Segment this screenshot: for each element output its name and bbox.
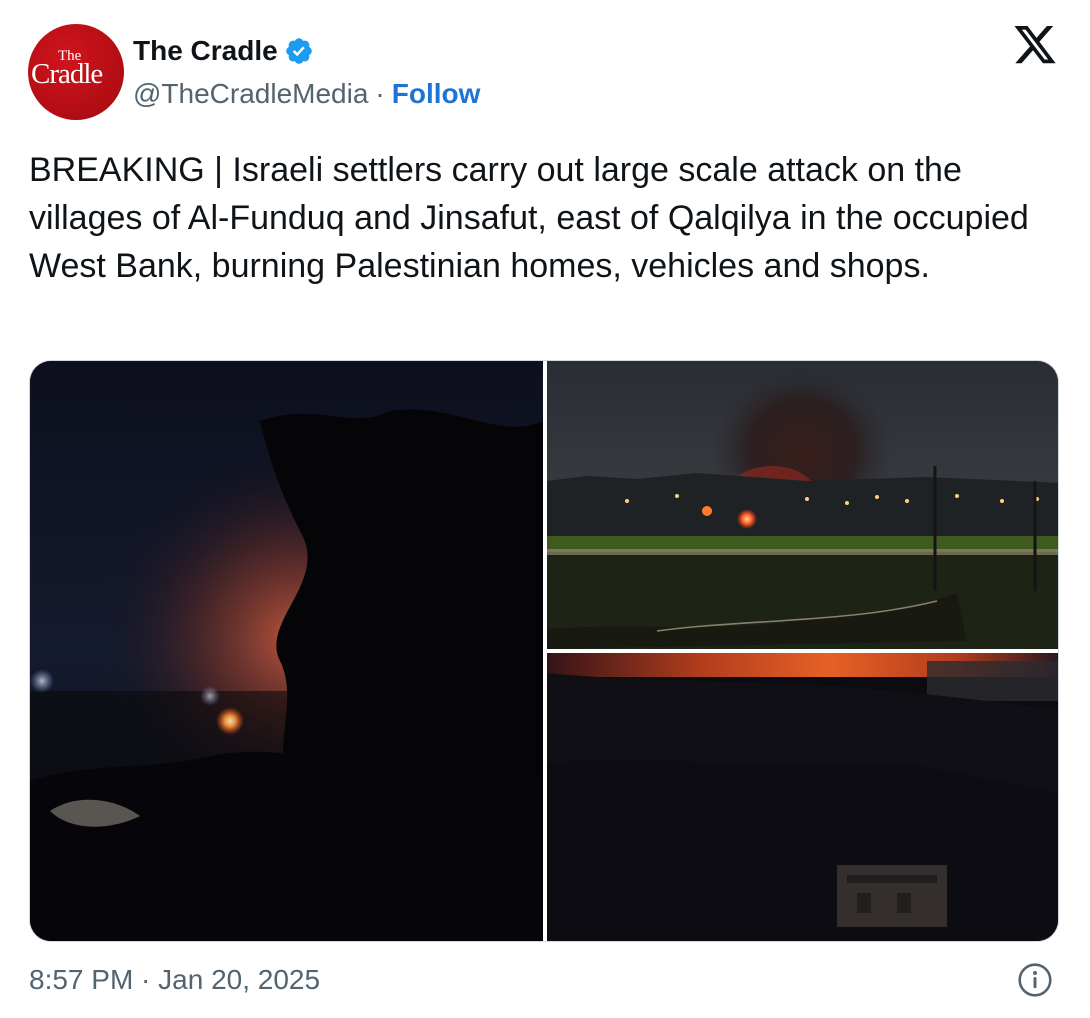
photo-burning-hillside[interactable] (547, 653, 1058, 941)
separator-dot: · (375, 78, 385, 109)
author-handle[interactable]: @TheCradleMedia (133, 78, 368, 110)
tweet-header: The Cradle The Cradle @TheCradleMedia · … (28, 24, 1062, 120)
author-display-name[interactable]: The Cradle (133, 35, 278, 67)
tweet-footer: 8:57 PM · Jan 20, 2025 (29, 958, 1059, 1002)
smoke-over-town-photo (547, 361, 1058, 649)
verified-badge-icon (285, 38, 312, 64)
tweet-timestamp[interactable]: 8:57 PM · Jan 20, 2025 (29, 964, 320, 996)
follow-button[interactable]: Follow (392, 78, 481, 110)
author-name-row: The Cradle (133, 34, 314, 68)
burning-hillside-photo (547, 653, 1058, 941)
night-fire-trees-photo (30, 361, 543, 941)
photo-smoke-over-town[interactable] (547, 361, 1058, 649)
info-icon[interactable] (1017, 962, 1053, 998)
media-grid (29, 360, 1059, 942)
tweet-text: BREAKING | Israeli settlers carry out la… (29, 151, 1029, 285)
x-logo-icon[interactable] (1012, 26, 1058, 68)
photo-night-fire-trees[interactable] (30, 361, 543, 941)
avatar[interactable]: The Cradle (28, 24, 124, 120)
avatar-text-big: Cradle (31, 58, 103, 90)
author-handle-row: @TheCradleMedia · Follow (133, 78, 480, 110)
